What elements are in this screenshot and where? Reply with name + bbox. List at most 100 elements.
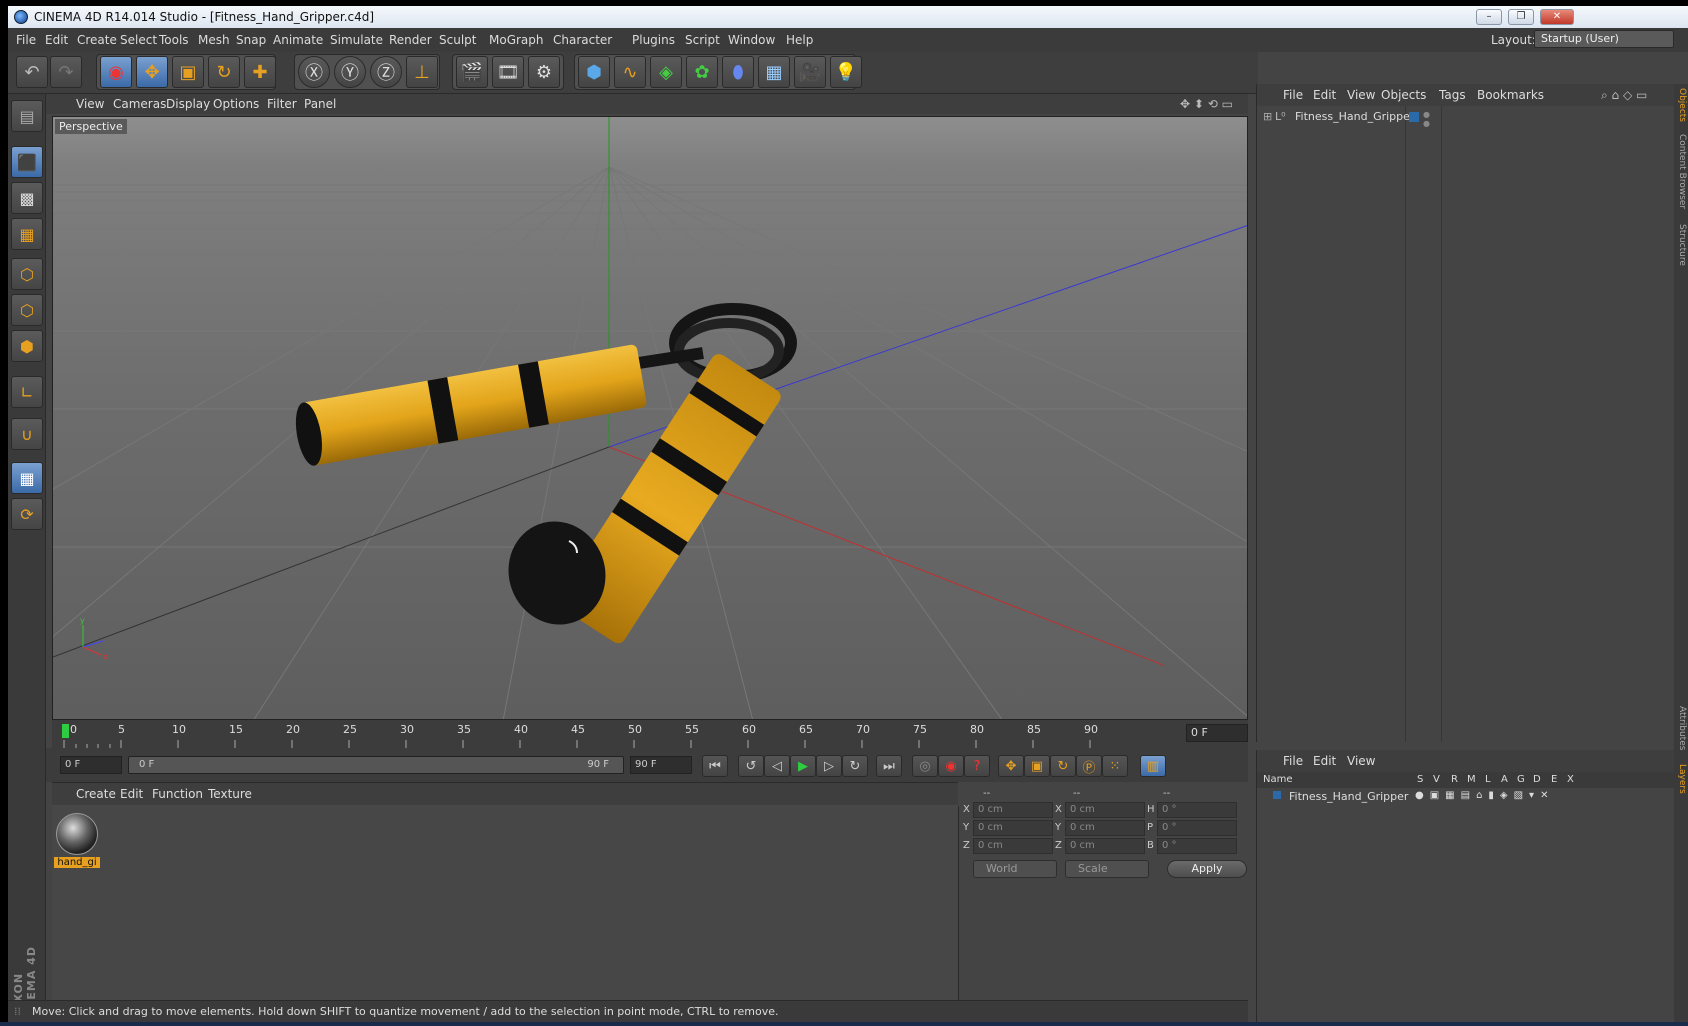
size-x-field[interactable]: 0 cm (1065, 802, 1145, 818)
position-y-field[interactable]: 0 cm (973, 820, 1053, 836)
object-name[interactable]: Fitness_Hand_Gripper (1295, 110, 1414, 123)
menu-create[interactable]: Create (77, 33, 117, 47)
rotate-tool-icon[interactable]: ↻ (208, 56, 240, 88)
cube-icon[interactable]: ⬢ (578, 56, 610, 88)
rotation-h-field[interactable]: 0 ° (1157, 802, 1237, 818)
timeline-window-icon[interactable]: ▥ (1140, 755, 1166, 777)
key-parameter-icon[interactable]: Ⓟ (1076, 755, 1102, 777)
obj-search-home-icons[interactable]: ⌕ ⌂ ◇ ▭ (1601, 88, 1647, 103)
mat-menu-edit[interactable]: Edit (120, 787, 143, 801)
menu-animate[interactable]: Animate (273, 33, 323, 47)
obj-menu-file[interactable]: File (1283, 88, 1303, 102)
z-axis-lock-icon[interactable]: Ⓩ (370, 56, 402, 88)
x-axis-lock-icon[interactable]: Ⓧ (298, 56, 330, 88)
texture-mode-icon[interactable]: ▩ (11, 182, 43, 214)
record-keys-icon[interactable]: ◎ (912, 755, 938, 777)
light-icon[interactable]: 💡 (830, 56, 862, 88)
material-preview-swatch[interactable] (56, 813, 98, 855)
material-name[interactable]: hand_gi (54, 857, 100, 868)
position-z-field[interactable]: 0 cm (973, 838, 1053, 854)
menu-plugins[interactable]: Plugins (632, 33, 675, 47)
y-axis-lock-icon[interactable]: Ⓨ (334, 56, 366, 88)
live-selection-icon[interactable]: ◉ (100, 56, 132, 88)
object-tree-item[interactable]: ⊞ L⁰ Fitness_Hand_Gripper ● ● (1263, 110, 1663, 128)
close-button[interactable]: ✕ (1540, 9, 1574, 25)
viewport-camera-label[interactable]: Perspective (55, 119, 127, 134)
layer-color-icon[interactable] (1409, 112, 1419, 122)
tab-objects[interactable]: Objects (1675, 88, 1687, 122)
mat-menu-function[interactable]: Function (152, 787, 203, 801)
current-frame-field[interactable]: 0 F (1186, 724, 1248, 742)
menu-render[interactable]: Render (389, 33, 432, 47)
tab-content-browser[interactable]: Content Browser (1675, 134, 1687, 209)
scale-tool-icon[interactable]: ▣ (172, 56, 204, 88)
prev-keyframe-icon[interactable]: ↺ (738, 755, 764, 777)
obj-menu-bookmarks[interactable]: Bookmarks (1477, 88, 1544, 102)
apply-button[interactable]: Apply (1167, 860, 1247, 878)
size-z-field[interactable]: 0 cm (1065, 838, 1145, 854)
menu-simulate[interactable]: Simulate (330, 33, 383, 47)
size-y-field[interactable]: 0 cm (1065, 820, 1145, 836)
col-deformers[interactable]: D (1533, 774, 1541, 785)
array-icon[interactable]: ✿ (686, 56, 718, 88)
menu-help[interactable]: Help (786, 33, 813, 47)
col-xref[interactable]: X (1567, 774, 1574, 785)
layer-menu-edit[interactable]: Edit (1313, 754, 1336, 768)
layer-name[interactable]: Fitness_Hand_Gripper (1289, 790, 1408, 803)
menu-snap[interactable]: Snap (236, 33, 266, 47)
undo-icon[interactable]: ↶ (16, 56, 48, 88)
perspective-viewport[interactable]: y x Perspective (52, 116, 1248, 720)
tab-layers[interactable]: Layers (1675, 764, 1687, 794)
position-x-field[interactable]: 0 cm (973, 802, 1053, 818)
menu-window[interactable]: Window (728, 33, 775, 47)
vp-navigate-icons[interactable]: ✥ ⬍ ⟲ ▭ (1180, 97, 1233, 111)
vp-menu-filter[interactable]: Filter (267, 97, 297, 111)
render-view-icon[interactable]: 🎬 (456, 56, 488, 88)
points-mode-icon[interactable]: ⬡ (11, 258, 43, 290)
menu-file[interactable]: File (16, 33, 36, 47)
layer-color-icon[interactable] (1273, 791, 1281, 799)
next-frame-icon[interactable]: ▷ (816, 755, 842, 777)
expand-icon[interactable]: ⊞ (1263, 110, 1272, 123)
obj-menu-edit[interactable]: Edit (1313, 88, 1336, 102)
restore-button[interactable]: ❐ (1508, 9, 1534, 25)
obj-menu-tags[interactable]: Tags (1439, 88, 1466, 102)
mat-menu-create[interactable]: Create (76, 787, 116, 801)
obj-menu-view[interactable]: View (1347, 88, 1375, 102)
goto-start-icon[interactable]: ⏮ (702, 755, 728, 777)
move-tool-icon[interactable]: ✥ (136, 56, 168, 88)
camera-icon[interactable]: 🎥 (794, 56, 826, 88)
tab-attributes[interactable]: Attributes (1675, 706, 1687, 750)
vp-menu-panel[interactable]: Panel (304, 97, 336, 111)
key-pla-icon[interactable]: ⁙ (1102, 755, 1128, 777)
menu-select[interactable]: Select (120, 33, 157, 47)
col-expressions[interactable]: E (1551, 774, 1557, 785)
play-icon[interactable]: ▶ (790, 755, 816, 777)
playhead-marker[interactable] (62, 724, 69, 738)
rotation-p-field[interactable]: 0 ° (1157, 820, 1237, 836)
make-editable-icon[interactable]: ▤ (11, 100, 43, 132)
locked-workplane-icon[interactable]: ⟳ (11, 498, 43, 530)
end-frame-field[interactable]: 90 F (630, 756, 692, 774)
col-view[interactable]: V (1433, 774, 1440, 785)
vp-menu-view[interactable]: View (76, 97, 104, 111)
coordinate-mode-dropdown[interactable]: World (973, 860, 1057, 878)
visibility-dots-icon[interactable]: ● ● (1423, 110, 1430, 128)
coordinate-system-icon[interactable]: ⊥ (406, 56, 438, 88)
start-frame-field[interactable]: 0 F (60, 756, 122, 774)
scale-mode-dropdown[interactable]: Scale (1065, 860, 1149, 878)
polygons-mode-icon[interactable]: ⬢ (11, 330, 43, 362)
last-tool-icon[interactable]: ✚ (244, 56, 276, 88)
col-generators[interactable]: G (1517, 774, 1525, 785)
vp-menu-cameras[interactable]: Cameras (113, 97, 166, 111)
vp-menu-options[interactable]: Options (213, 97, 259, 111)
layer-menu-view[interactable]: View (1347, 754, 1375, 768)
obj-menu-objects[interactable]: Objects (1381, 88, 1426, 102)
col-manager[interactable]: M (1467, 774, 1476, 785)
menu-mesh[interactable]: Mesh (198, 33, 230, 47)
spline-icon[interactable]: ∿ (614, 56, 646, 88)
menu-tools[interactable]: Tools (159, 33, 189, 47)
autokey-icon[interactable]: ◉ (938, 755, 964, 777)
edges-mode-icon[interactable]: ⬡ (11, 294, 43, 326)
col-name[interactable]: Name (1263, 774, 1293, 785)
